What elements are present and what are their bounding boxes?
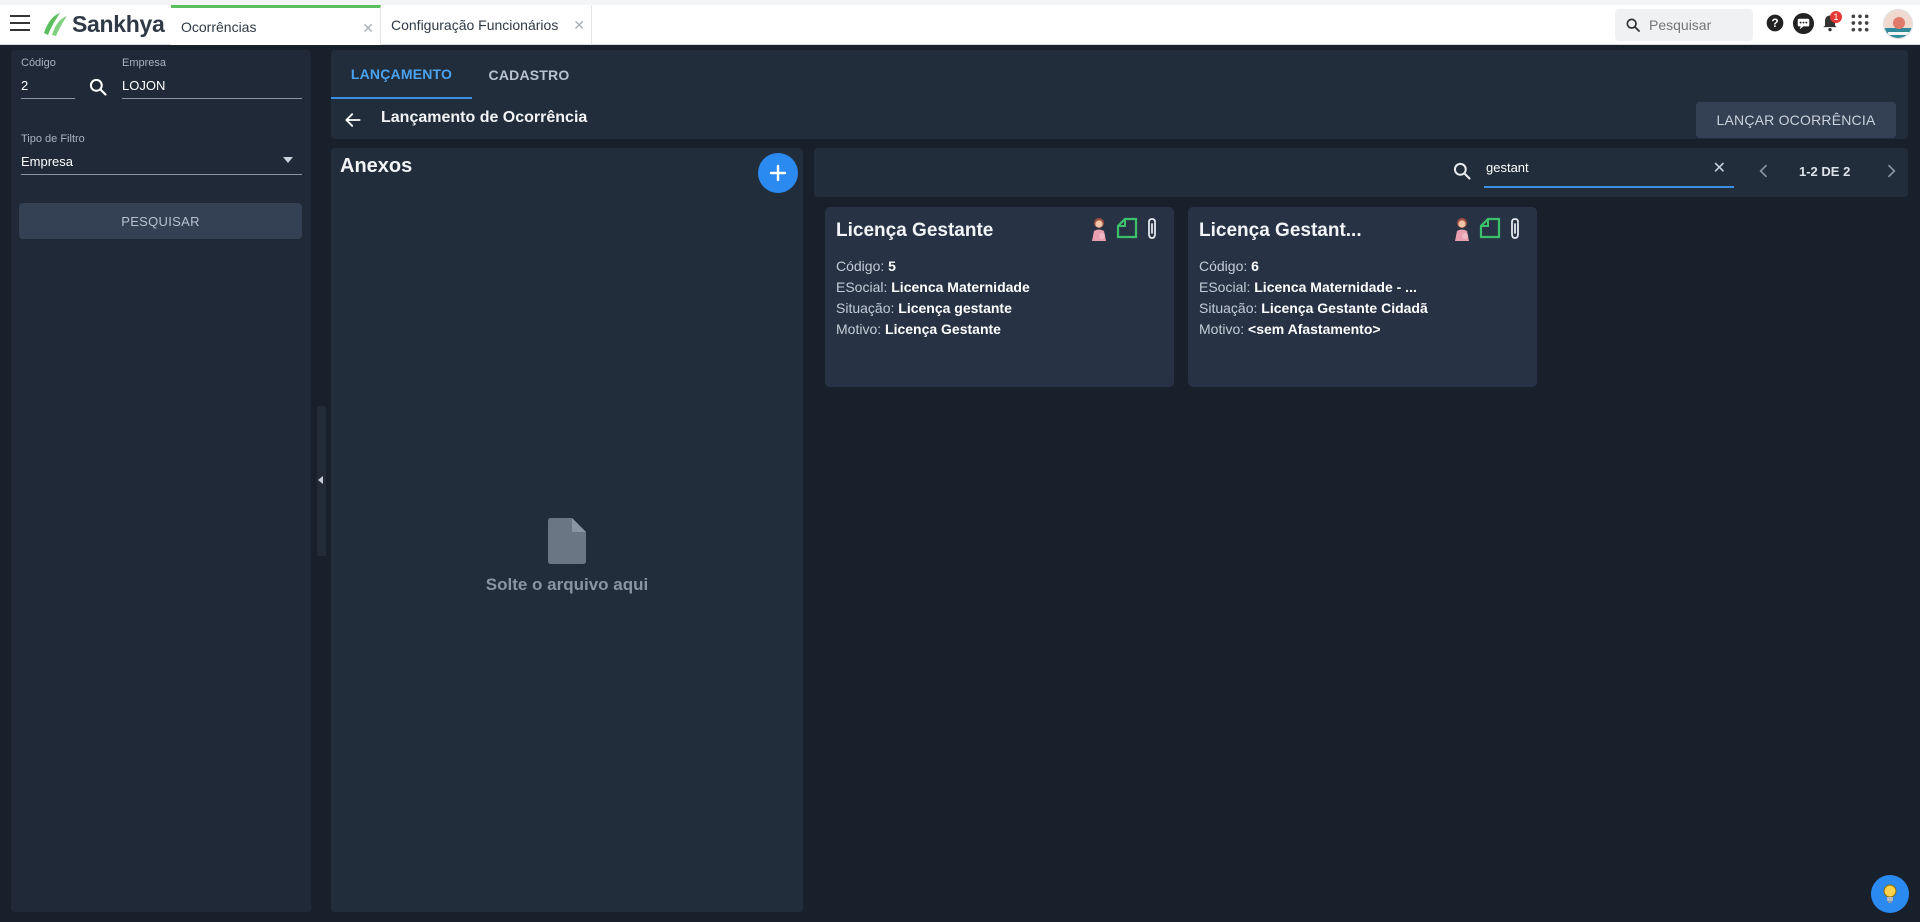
search-icon — [1453, 162, 1471, 180]
occurrence-card[interactable]: Licença Gestant... Código: 6 ESocial: Li… — [1188, 207, 1537, 387]
card-situacao: Situação: Licença gestante — [836, 300, 1012, 316]
main-header: LANÇAMENTO CADASTRO Lançamento de Ocorrê… — [331, 50, 1908, 139]
lightbulb-icon — [1883, 884, 1897, 903]
results-toolbar: ✕ 1-2 DE 2 — [814, 148, 1908, 197]
close-icon[interactable]: ✕ — [362, 20, 374, 37]
results-search[interactable]: ✕ — [1484, 156, 1734, 188]
drop-text: Solte o arquivo aqui — [485, 575, 649, 594]
occurrence-card[interactable]: Licença Gestante Código: 5 ESocial: Lice… — [825, 207, 1174, 387]
search-icon[interactable] — [88, 77, 108, 97]
filter-panel: Código 2 Empresa LOJON Tipo de Filtro Em… — [11, 50, 311, 912]
document-green-icon — [1479, 217, 1501, 239]
pregnant-woman-icon — [1455, 218, 1469, 241]
tipo-filtro-label: Tipo de Filtro — [21, 133, 85, 145]
clear-icon[interactable]: ✕ — [1713, 158, 1726, 178]
codigo-input[interactable]: 2 — [21, 78, 75, 99]
results-search-input[interactable] — [1486, 160, 1716, 175]
card-codigo: Código: 5 — [836, 258, 896, 274]
document-green-icon — [1116, 217, 1138, 239]
collapse-panel-handle[interactable] — [317, 406, 326, 556]
empresa-input[interactable]: LOJON — [122, 78, 302, 99]
chat-icon[interactable] — [1792, 12, 1815, 35]
pregnant-woman-icon — [1092, 218, 1106, 241]
card-esocial: ESocial: Licenca Maternidade - ... — [1199, 279, 1417, 295]
card-title: Licença Gestant... — [1199, 220, 1362, 241]
add-attachment-button[interactable] — [758, 153, 798, 193]
tab-cadastro[interactable]: CADASTRO — [473, 50, 585, 99]
anexos-panel: Anexos Solte o arquivo aqui — [331, 148, 803, 912]
tab-configuracao-funcionarios[interactable]: Configuração Funcionários ✕ — [382, 5, 592, 45]
sankhya-logo-icon — [44, 13, 67, 36]
card-situacao: Situação: Licença Gestante Cidadã — [1199, 300, 1428, 316]
chevron-left-icon[interactable] — [1754, 161, 1774, 181]
top-bar: Sankhya Ocorrências ✕ Configuração Funci… — [0, 0, 1920, 45]
lancar-ocorrencia-button[interactable]: LANÇAR OCORRÊNCIA — [1696, 102, 1896, 138]
tipo-filtro-select[interactable]: Empresa — [21, 154, 302, 175]
codigo-label: Código — [21, 57, 56, 69]
page-title: Lançamento de Ocorrência — [381, 109, 588, 126]
card-title: Licença Gestante — [836, 220, 994, 241]
brand-name: Sankhya — [72, 10, 165, 37]
back-arrow-icon[interactable] — [343, 110, 363, 130]
card-motivo: Motivo: <sem Afastamento> — [1199, 321, 1381, 337]
empresa-label: Empresa — [122, 57, 167, 69]
apps-grid-icon[interactable] — [1850, 13, 1870, 33]
search-icon — [1626, 18, 1640, 32]
plus-icon — [769, 164, 787, 182]
brand-logo[interactable]: Sankhya — [40, 10, 165, 38]
paperclip-icon[interactable] — [1507, 217, 1523, 241]
global-search-input[interactable] — [1649, 17, 1749, 33]
tab-lancamento[interactable]: LANÇAMENTO — [331, 50, 472, 99]
card-motivo: Motivo: Licença Gestante — [836, 321, 1001, 337]
tab-ocorrencias[interactable]: Ocorrências ✕ — [171, 5, 381, 45]
tab-label: Configuração Funcionários — [391, 17, 559, 33]
hamburger-menu-icon[interactable] — [10, 15, 30, 31]
anexos-title: Anexos — [340, 155, 413, 177]
notification-badge: 1 — [1830, 11, 1842, 23]
tab-label: Ocorrências — [181, 18, 257, 35]
help-icon[interactable]: ? — [1765, 13, 1785, 33]
file-icon — [548, 518, 586, 564]
user-avatar[interactable] — [1883, 9, 1913, 39]
card-esocial: ESocial: Licenca Maternidade — [836, 279, 1030, 295]
svg-text:?: ? — [1771, 17, 1778, 30]
close-icon[interactable]: ✕ — [573, 17, 585, 34]
pesquisar-button[interactable]: PESQUISAR — [19, 203, 302, 239]
avatar-image-icon — [1884, 10, 1912, 38]
chevron-down-icon[interactable] — [283, 157, 293, 163]
pager-text: 1-2 DE 2 — [1799, 164, 1851, 179]
chevron-right-icon[interactable] — [1881, 161, 1901, 181]
lightbulb-help-button[interactable] — [1871, 875, 1909, 913]
card-codigo: Código: 6 — [1199, 258, 1259, 274]
global-search[interactable] — [1615, 9, 1753, 41]
paperclip-icon[interactable] — [1144, 217, 1160, 241]
file-drop-zone[interactable]: Solte o arquivo aqui — [331, 518, 803, 595]
